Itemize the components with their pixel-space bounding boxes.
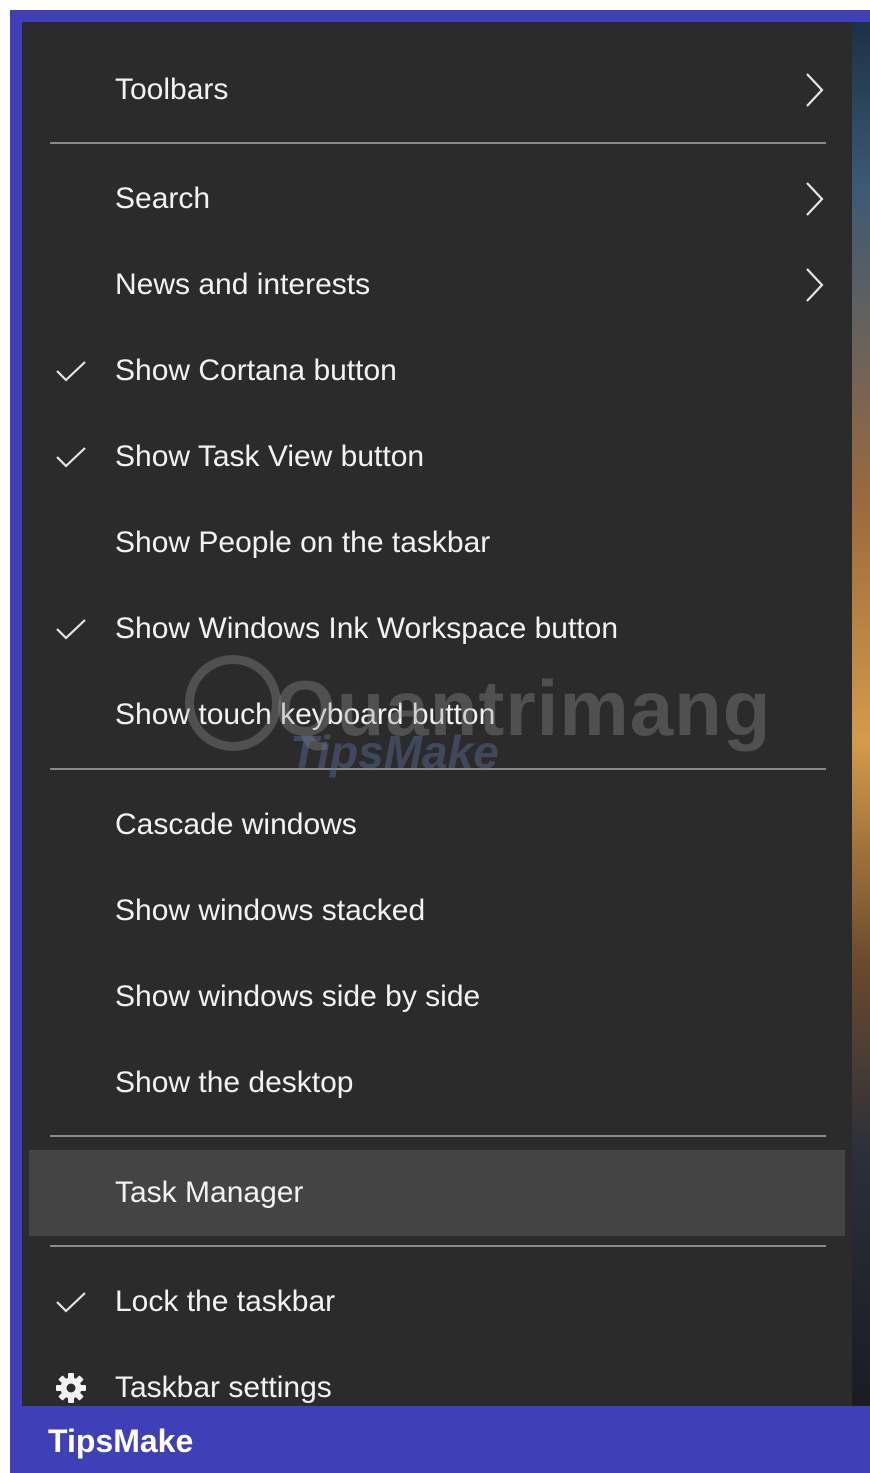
menu-separator — [50, 1245, 826, 1247]
chevron-right-icon — [804, 267, 824, 303]
menu-item-lock-the-taskbar[interactable]: Lock the taskbar — [22, 1259, 852, 1345]
menu-item-label: Show People on the taskbar — [115, 526, 491, 559]
checkmark-icon — [55, 618, 87, 640]
menu-item-toolbars[interactable]: Toolbars — [22, 47, 852, 133]
menu-item-news-and-interests[interactable]: News and interests — [22, 242, 852, 328]
checkmark-icon — [55, 446, 87, 468]
menu-item-label: Show Windows Ink Workspace button — [115, 612, 619, 645]
gear-icon — [55, 1372, 87, 1404]
menu-item-label: News and interests — [115, 268, 371, 301]
menu-item-label: Search — [115, 182, 211, 215]
menu-item-label: Cascade windows — [115, 808, 357, 841]
checkmark-icon — [55, 1291, 87, 1313]
menu-item-show-windows-side-by-side[interactable]: Show windows side by side — [22, 954, 852, 1040]
chevron-right-icon — [804, 181, 824, 217]
menu-separator — [50, 768, 826, 770]
menu-separator — [50, 1135, 826, 1137]
menu-item-show-people-on-taskbar[interactable]: Show People on the taskbar — [22, 500, 852, 586]
menu-item-search[interactable]: Search — [22, 156, 852, 242]
menu-item-show-windows-ink-workspace-button[interactable]: Show Windows Ink Workspace button — [22, 586, 852, 672]
menu-item-label: Show windows side by side — [115, 980, 481, 1013]
desktop-wallpaper-edge — [852, 22, 870, 1406]
menu-item-show-the-desktop[interactable]: Show the desktop — [22, 1040, 852, 1126]
menu-item-label: Show the desktop — [115, 1066, 354, 1099]
footer-brand: TipsMake — [48, 1423, 194, 1459]
menu-item-label: Show touch keyboard button — [115, 698, 496, 731]
menu-item-label: Show Cortana button — [115, 354, 397, 387]
menu-item-cascade-windows[interactable]: Cascade windows — [22, 782, 852, 868]
checkmark-icon — [55, 360, 87, 382]
menu-item-show-cortana-button[interactable]: Show Cortana button — [22, 328, 852, 414]
menu-item-label: Taskbar settings — [115, 1371, 332, 1404]
menu-item-show-task-view-button[interactable]: Show Task View button — [22, 414, 852, 500]
menu-item-task-manager[interactable]: Task Manager — [29, 1150, 845, 1236]
menu-separator — [50, 142, 826, 144]
menu-item-label: Toolbars — [115, 73, 229, 106]
menu-item-show-windows-stacked[interactable]: Show windows stacked — [22, 868, 852, 954]
menu-item-label: Show windows stacked — [115, 894, 426, 927]
menu-item-label: Show Task View button — [115, 440, 425, 473]
menu-item-label: Task Manager — [115, 1176, 304, 1209]
footer-banner: TipsMake — [10, 1406, 870, 1473]
chevron-right-icon — [804, 72, 824, 108]
menu-item-show-touch-keyboard-button[interactable]: Show touch keyboard button — [22, 672, 852, 758]
menu-item-label: Lock the taskbar — [115, 1285, 336, 1318]
